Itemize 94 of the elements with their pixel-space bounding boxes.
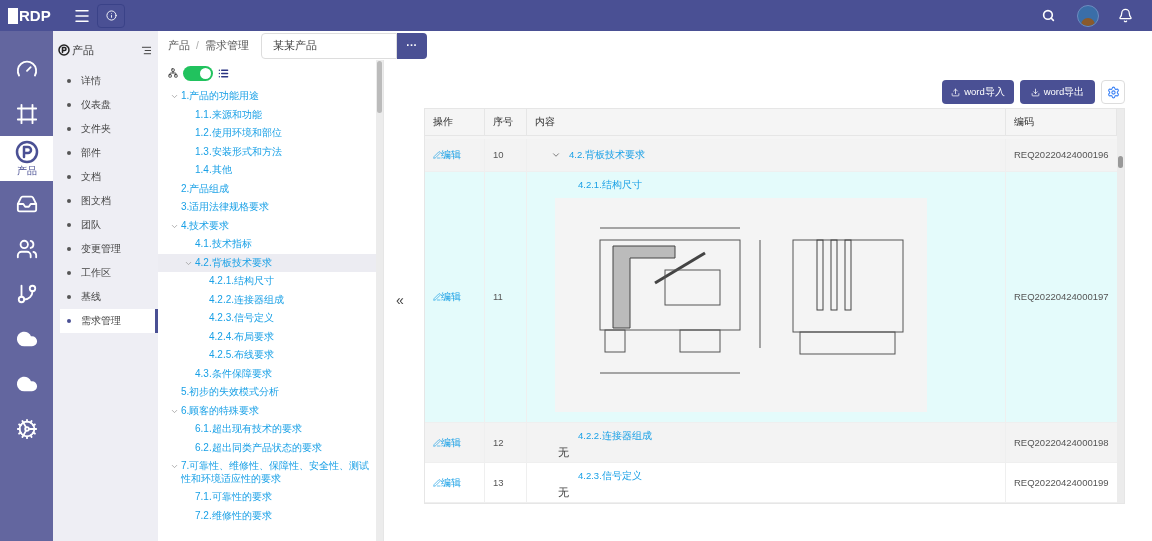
tree-item[interactable]: 7.可靠性、维修性、保障性、安全性、测试性和环境适应性的要求 (158, 457, 376, 488)
tree-view-icon[interactable] (168, 68, 178, 78)
tree-item[interactable]: 2.产品组成 (158, 179, 376, 198)
table-row[interactable]: 编辑 10 4.2.背板技术要求 REQ20220424000196 (425, 139, 1117, 172)
table-row[interactable]: 编辑 13 4.2.3.信号定义 无 REQ20220424000199 (425, 463, 1117, 504)
tree-item[interactable]: 1.4.其他 (158, 161, 376, 180)
tree-item[interactable]: 7.1.可靠性的要求 (158, 488, 376, 507)
tree-item[interactable]: 4.2.3.信号定义 (158, 309, 376, 328)
info-icon (105, 10, 117, 21)
tree-item[interactable]: 4.2.4.布局要求 (158, 327, 376, 346)
tree-item[interactable]: 1.1.来源和功能 (158, 105, 376, 124)
view-toggle[interactable] (183, 65, 213, 81)
import-button[interactable]: word导入 (942, 80, 1014, 104)
sidebar-title: 产品 (72, 42, 94, 58)
collapse-icon[interactable] (141, 44, 152, 56)
table-cell: 10 (485, 139, 527, 171)
settings-icon (1106, 85, 1120, 99)
table-cell: 13 (485, 463, 527, 503)
table-cell: 11 (485, 172, 527, 423)
sidebar-item[interactable]: 文档 (60, 165, 158, 189)
sidebar-item[interactable]: 图文档 (60, 189, 158, 213)
sidebar-item[interactable]: 需求管理 (60, 309, 158, 333)
table-scrollbar[interactable] (1117, 109, 1124, 504)
tree-item[interactable]: 4.2.1.结构尺寸 (158, 272, 376, 291)
search-button[interactable] (1042, 8, 1056, 23)
product-icon (58, 44, 70, 56)
tree-item[interactable]: 7.2.维修性的要求 (158, 506, 376, 525)
product-field[interactable]: 某某产品 (260, 32, 397, 59)
edit-link[interactable]: 编辑 (433, 435, 461, 450)
column-header: 序号 (485, 109, 527, 135)
collapse-button[interactable]: « (396, 290, 404, 311)
section-title[interactable]: 4.2.3.信号定义 (578, 469, 997, 484)
sidebar-item[interactable]: 文件夹 (60, 117, 158, 141)
tree-item[interactable]: 4.技术要求 (158, 216, 376, 235)
section-title[interactable]: 4.2.2.连接器组成 (578, 429, 997, 444)
breadcrumb-separator: / (196, 39, 199, 53)
section-body: 无 (558, 484, 570, 500)
sidebar-item[interactable]: 基线 (60, 285, 158, 309)
tree-item[interactable]: 6.1.超出现有技术的要求 (158, 420, 376, 439)
more-button[interactable]: ··· (396, 32, 427, 59)
pen-icon (433, 438, 441, 447)
sidebar-item[interactable]: 工作区 (60, 261, 158, 285)
tree-item[interactable]: 5.初步的失效模式分析 (158, 383, 376, 402)
sidebar-item[interactable]: 部件 (60, 141, 158, 165)
rail-item[interactable]: 产品 (0, 136, 53, 181)
column-header: 操作 (425, 109, 485, 135)
table-cell-text: REQ20220424000197 (1013, 290, 1110, 304)
tree-item[interactable]: 1.3.安装形式和方法 (158, 142, 376, 161)
tree-item[interactable]: 4.2.背板技术要求 (158, 253, 376, 272)
pen-icon (433, 293, 441, 302)
download-icon (1030, 87, 1040, 97)
caret-icon (169, 92, 179, 101)
info-button[interactable] (97, 3, 125, 28)
pen-icon (433, 478, 441, 487)
tree-item[interactable]: 4.3.条件保障要求 (158, 364, 376, 383)
tree-item[interactable]: 4.1.技术指标 (158, 235, 376, 254)
table-cell: 12 (485, 423, 527, 463)
edit-link[interactable]: 编辑 (433, 147, 461, 163)
tree-item[interactable]: 6.2.超出同类产品状态的要求 (158, 438, 376, 457)
tree-item[interactable]: 1.2.使用环境和部位 (158, 124, 376, 143)
list-view-icon[interactable] (218, 67, 229, 79)
breadcrumb-item[interactable]: 产品 (168, 37, 190, 54)
tree-item[interactable]: 1.产品的功能用途 (158, 87, 376, 106)
sidebar-item[interactable]: 变更管理 (60, 237, 158, 261)
notification-button[interactable] (1118, 7, 1134, 24)
table-row[interactable]: 编辑 12 4.2.2.连接器组成 无 REQ20220424000198 (425, 423, 1117, 464)
sidebar-item[interactable]: 团队 (60, 213, 158, 237)
table-cell-text: REQ20220424000198 (1013, 435, 1110, 450)
export-button[interactable]: word导出 (1020, 80, 1095, 104)
edit-link[interactable]: 编辑 (433, 290, 461, 305)
sidebar-item[interactable]: 详情 (60, 69, 158, 93)
users-icon (15, 237, 38, 260)
breadcrumb-item: 需求管理 (204, 38, 249, 54)
product-icon (14, 140, 39, 164)
section-body: 无 (558, 444, 570, 460)
sidebar-item[interactable]: 仪表盘 (60, 93, 158, 117)
column-header: 内容 (527, 109, 1006, 135)
upload-icon (951, 87, 961, 97)
table-cell-text: REQ20220424000196 (1013, 147, 1110, 162)
tree-item[interactable]: 4.2.5.布线要求 (158, 346, 376, 365)
settings-button[interactable] (1101, 80, 1125, 104)
section-title[interactable]: 4.2.背板技术要求 (569, 147, 645, 163)
table-row[interactable]: 编辑 11 4.2.1.结构尺寸 REQ20220424000197 (425, 172, 1117, 424)
pen-icon (433, 151, 441, 159)
logo: RDP (8, 7, 51, 24)
table-cell-text: REQ20220424000199 (1013, 475, 1110, 490)
branch-icon (15, 282, 38, 305)
tree-item[interactable]: 3.适用法律规格要求 (158, 198, 376, 217)
tree-item[interactable]: 4.2.2.连接器组成 (158, 290, 376, 309)
tree-scrollbar[interactable] (376, 60, 383, 541)
caret-icon (169, 462, 179, 471)
tree-item[interactable]: 6.顾客的特殊要求 (158, 401, 376, 420)
edit-link[interactable]: 编辑 (433, 475, 461, 490)
section-title[interactable]: 4.2.1.结构尺寸 (578, 178, 997, 193)
